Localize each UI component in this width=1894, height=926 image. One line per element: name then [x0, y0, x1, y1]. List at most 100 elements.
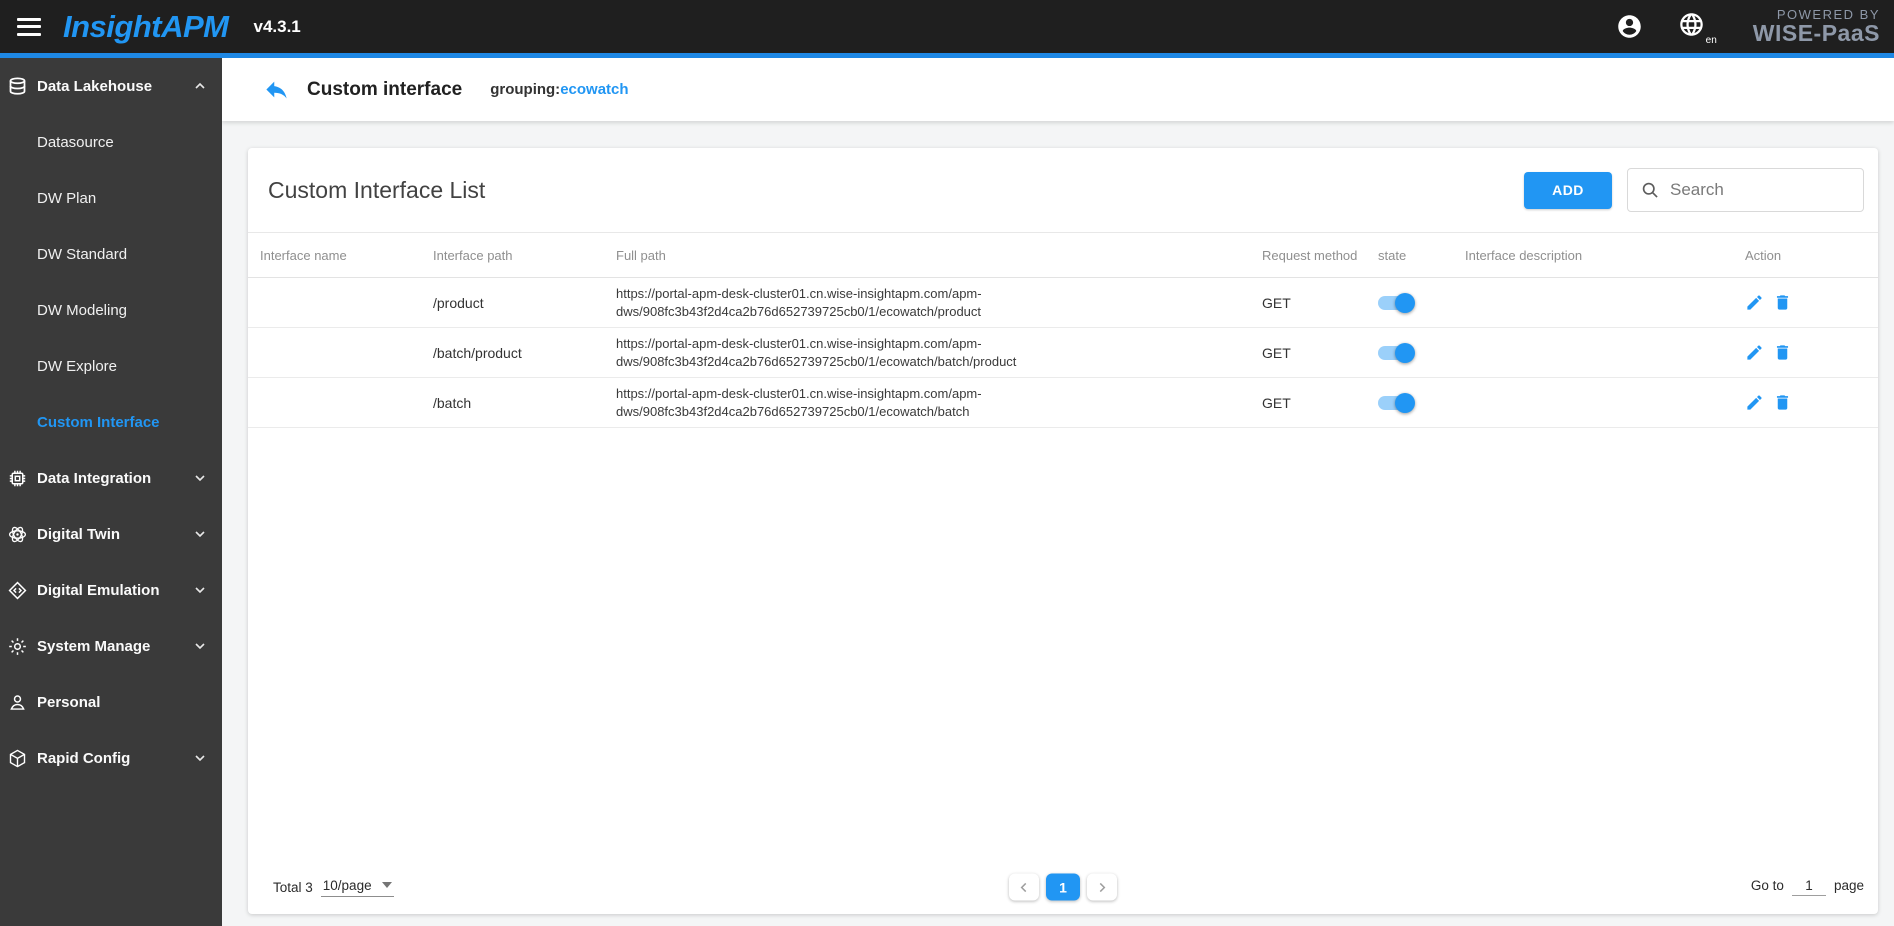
request-method-cell: GET	[1262, 294, 1291, 311]
gear-icon	[7, 636, 28, 657]
chip-icon	[7, 468, 28, 489]
sidebar-item-custom-interface[interactable]: Custom Interface	[0, 394, 222, 450]
full-path-cell: https://portal-apm-desk-cluster01.cn.wis…	[616, 385, 982, 419]
col-interface-path: Interface path	[433, 247, 513, 263]
table-row: /product https://portal-apm-desk-cluster…	[248, 278, 1878, 328]
emulation-icon	[7, 580, 28, 601]
goto-page-input[interactable]	[1791, 878, 1826, 896]
table-row: /batch/product https://portal-apm-desk-c…	[248, 328, 1878, 378]
sidebar-item-digital-emulation[interactable]: Digital Emulation	[0, 562, 222, 618]
full-path-cell: https://portal-apm-desk-cluster01.cn.wis…	[616, 285, 982, 319]
custom-interface-card: Custom Interface List ADD Interface name…	[248, 148, 1878, 914]
grouping-value: ecowatch	[560, 81, 629, 98]
chevron-down-icon	[192, 582, 208, 598]
grouping-info: grouping:ecowatch	[490, 81, 628, 98]
chevron-up-icon	[192, 78, 208, 94]
table-row: /batch https://portal-apm-desk-cluster01…	[248, 378, 1878, 428]
hamburger-menu-icon[interactable]	[17, 17, 41, 36]
edit-icon[interactable]	[1745, 293, 1764, 312]
atom-icon	[7, 524, 28, 545]
goto-label: Go to	[1750, 878, 1784, 893]
interface-path-cell: /batch	[433, 394, 472, 411]
col-description: Interface description	[1465, 247, 1583, 263]
language-code: en	[1705, 34, 1717, 46]
sidebar-item-dw-modeling[interactable]: DW Modeling	[0, 282, 222, 338]
sidebar-item-system-manage[interactable]: System Manage	[0, 618, 222, 674]
sidebar-item-dw-plan[interactable]: DW Plan	[0, 170, 222, 226]
card-title: Custom Interface List	[268, 176, 486, 203]
toggle-knob	[1395, 292, 1415, 313]
chevron-down-icon	[192, 750, 208, 766]
search-box	[1627, 168, 1864, 212]
sidebar-item-dw-standard[interactable]: DW Standard	[0, 226, 222, 282]
sidebar-item-data-integration[interactable]: Data Integration	[0, 450, 222, 506]
chevron-down-icon	[192, 526, 208, 542]
action-cell	[1745, 343, 1878, 362]
edit-icon[interactable]	[1745, 343, 1764, 362]
wise-paas-logo: WISE-PaaS	[1752, 19, 1880, 46]
delete-icon[interactable]	[1773, 393, 1792, 412]
cube-icon	[7, 748, 28, 769]
edit-icon[interactable]	[1745, 393, 1764, 412]
pagination: 1	[1009, 873, 1117, 901]
sidebar-item-digital-twin[interactable]: Digital Twin	[0, 506, 222, 562]
state-toggle[interactable]	[1378, 342, 1415, 363]
next-page-button[interactable]	[1087, 873, 1117, 901]
col-request-method: Request method	[1262, 247, 1358, 263]
prev-page-button[interactable]	[1009, 873, 1039, 901]
goto-page-suffix: page	[1833, 878, 1864, 893]
request-method-cell: GET	[1262, 394, 1291, 411]
app-version: v4.3.1	[253, 16, 301, 36]
state-toggle[interactable]	[1378, 292, 1415, 313]
interface-path-cell: /product	[433, 294, 484, 311]
delete-icon[interactable]	[1773, 293, 1792, 312]
table-footer: Total 3 10/page 1 Go to page	[248, 860, 1878, 914]
search-input[interactable]	[1670, 180, 1851, 200]
col-state: state	[1378, 247, 1407, 263]
grouping-label: grouping:	[490, 81, 561, 98]
action-cell	[1745, 293, 1878, 312]
sidebar-nav: Data Lakehouse Datasource DW Plan DW Sta…	[0, 58, 222, 926]
table-empty-space	[248, 428, 1878, 860]
sidebar-item-datasource[interactable]: Datasource	[0, 114, 222, 170]
sidebar-item-personal[interactable]: Personal	[0, 674, 222, 730]
card-header: Custom Interface List ADD	[248, 148, 1878, 233]
chevron-down-icon	[192, 638, 208, 654]
page-title: Custom interface	[307, 78, 463, 100]
full-path-cell: https://portal-apm-desk-cluster01.cn.wis…	[616, 335, 1017, 369]
page-button-1[interactable]: 1	[1046, 873, 1080, 901]
col-full-path: Full path	[616, 247, 666, 263]
add-button[interactable]: ADD	[1524, 171, 1612, 209]
page-size-select[interactable]: 10/page	[320, 878, 394, 897]
toggle-knob	[1395, 392, 1415, 413]
person-icon	[7, 692, 28, 713]
powered-by-logo: POWERED BY WISE-PaaS	[1753, 7, 1880, 47]
action-cell	[1745, 393, 1878, 412]
page-subheader: Custom interface grouping:ecowatch	[222, 58, 1894, 121]
sidebar-item-dw-explore[interactable]: DW Explore	[0, 338, 222, 394]
top-bar: InsightAPM v4.3.1 en POWERED BY WISE-Paa…	[0, 0, 1894, 53]
search-icon	[1642, 182, 1658, 198]
app-logo: InsightAPM	[63, 8, 229, 44]
toggle-knob	[1395, 342, 1415, 363]
sidebar-item-label: Data Lakehouse	[37, 77, 153, 95]
request-method-cell: GET	[1262, 344, 1291, 361]
database-icon	[7, 76, 28, 97]
delete-icon[interactable]	[1773, 343, 1792, 362]
accent-divider	[0, 53, 1894, 58]
state-cell	[1378, 392, 1465, 413]
state-cell	[1378, 342, 1465, 363]
state-cell	[1378, 292, 1465, 313]
globe-icon	[1680, 12, 1703, 36]
main-area: Custom interface grouping:ecowatch Custo…	[222, 58, 1894, 926]
language-switcher[interactable]: en	[1678, 11, 1717, 46]
account-icon[interactable]	[1616, 13, 1643, 40]
chevron-down-icon	[192, 470, 208, 486]
interface-path-cell: /batch/product	[433, 344, 522, 361]
caret-down-icon	[381, 882, 392, 888]
state-toggle[interactable]	[1378, 392, 1415, 413]
topbar-actions: en POWERED BY WISE-PaaS	[1616, 7, 1894, 47]
sidebar-item-data-lakehouse[interactable]: Data Lakehouse	[0, 58, 222, 114]
sidebar-item-rapid-config[interactable]: Rapid Config	[0, 730, 222, 786]
back-icon[interactable]	[263, 76, 290, 103]
